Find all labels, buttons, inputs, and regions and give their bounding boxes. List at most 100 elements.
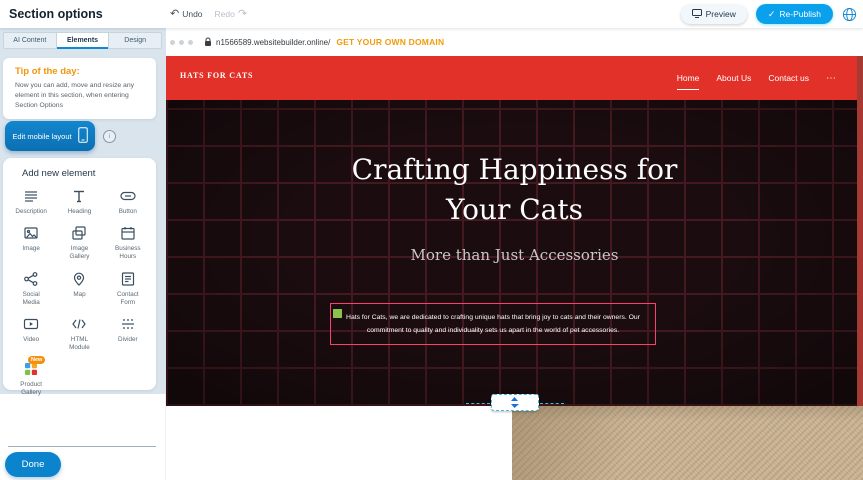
carpet-photo (512, 406, 863, 480)
element-label: Business Hours (110, 245, 146, 261)
undo-button[interactable]: ↶ Undo (170, 9, 203, 20)
new-badge: New (28, 356, 45, 364)
element-divider[interactable]: Divider (104, 315, 152, 352)
lock-icon (204, 37, 212, 47)
globe-icon[interactable] (842, 7, 857, 22)
hero-subtitle[interactable]: More than Just Accessories (166, 246, 863, 264)
element-label: Social Media (13, 291, 49, 307)
contact-form-icon (119, 270, 137, 288)
resize-arrows-icon (510, 397, 519, 408)
hero-paragraph: Hats for Cats, we are dedicated to craft… (337, 311, 649, 337)
topbar-actions: Preview ✓ Re-Publish (681, 0, 857, 28)
element-business-hours[interactable]: Business Hours (104, 224, 152, 261)
done-button[interactable]: Done (5, 452, 61, 477)
browser-dot (188, 40, 193, 45)
element-label: HTML Module (61, 336, 97, 352)
element-contact-form[interactable]: Contact Form (104, 270, 152, 307)
preview-label: Preview (706, 9, 736, 19)
preview-scrollbar[interactable] (857, 56, 863, 406)
redo-button[interactable]: Redo ↷ (215, 9, 248, 20)
element-label: Heading (68, 208, 91, 216)
element-map[interactable]: Map (55, 270, 103, 307)
add-element-title: Add new element (22, 168, 152, 179)
element-label: Contact Form (110, 291, 146, 307)
browser-bar: n1566589.websitebuilder.online/ GET YOUR… (166, 28, 863, 56)
mobile-layout-row: Edit mobile layout i (5, 121, 116, 151)
get-domain-link[interactable]: GET YOUR OWN DOMAIN (336, 37, 444, 47)
element-button[interactable]: Button (104, 187, 152, 216)
sidebar-panel: AI Content Elements Design Tip of the da… (0, 28, 166, 394)
button-icon (119, 187, 137, 205)
tab-elements[interactable]: Elements (57, 33, 110, 48)
page-title: Section options (9, 7, 103, 21)
check-icon: ✓ (768, 10, 776, 19)
element-label: Description (15, 208, 47, 216)
edit-mobile-layout-button[interactable]: Edit mobile layout (5, 121, 95, 151)
hero-title[interactable]: Crafting Happiness for Your Cats (340, 150, 690, 230)
element-image[interactable]: Image (7, 224, 55, 261)
browser-dot (170, 40, 175, 45)
tip-title: Tip of the day: (15, 66, 144, 77)
description-icon (22, 187, 40, 205)
element-label: Button (119, 208, 137, 216)
redo-icon: ↷ (238, 9, 247, 20)
element-social-media[interactable]: Social Media (7, 270, 55, 307)
tip-of-the-day-card: Tip of the day: Now you can add, move an… (3, 58, 156, 119)
republish-label: Re-Publish (779, 9, 821, 19)
monitor-icon (692, 9, 702, 20)
map-icon (70, 270, 88, 288)
tab-label: AI Content (13, 37, 46, 44)
element-description[interactable]: Description (7, 187, 55, 216)
site-url: n1566589.websitebuilder.online/ (216, 38, 330, 47)
heading-icon (70, 187, 88, 205)
sidebar-divider (8, 446, 156, 447)
undo-label: Undo (182, 9, 202, 19)
undo-icon: ↶ (170, 9, 179, 20)
history-controls: ↶ Undo Redo ↷ (170, 0, 247, 28)
element-drag-handle[interactable] (333, 309, 342, 318)
tab-label: Design (124, 37, 146, 44)
selected-text-element[interactable]: Hats for Cats, we are dedicated to craft… (330, 303, 656, 345)
element-label: Divider (118, 336, 138, 344)
element-label: Product Gallery (13, 381, 49, 397)
browser-dot (179, 40, 184, 45)
element-product-gallery[interactable]: New Product Gallery (7, 360, 55, 397)
tab-label: Elements (67, 37, 98, 44)
image-gallery-icon (70, 224, 88, 242)
social-media-icon (22, 270, 40, 288)
image-icon (22, 224, 40, 242)
element-image-gallery[interactable]: Image Gallery (55, 224, 103, 261)
element-video[interactable]: Video (7, 315, 55, 352)
tab-ai-content[interactable]: AI Content (4, 33, 57, 48)
nav-more-icon[interactable]: ⋯ (826, 73, 837, 84)
add-element-panel: Add new element Description Heading (3, 158, 156, 390)
nav-about-us[interactable]: About Us (716, 73, 751, 83)
republish-button[interactable]: ✓ Re-Publish (756, 4, 833, 24)
nav-home[interactable]: Home (677, 73, 700, 83)
hero-section: Crafting Happiness for Your Cats More th… (166, 100, 863, 406)
redo-label: Redo (215, 9, 235, 19)
site-header: HATS FOR CATS Home About Us Contact us ⋯ (166, 56, 863, 100)
next-section (166, 406, 863, 480)
element-html-module[interactable]: HTML Module (55, 315, 103, 352)
site-logo[interactable]: HATS FOR CATS (180, 71, 253, 80)
section-resize-handle[interactable] (491, 394, 539, 411)
element-grid: Description Heading Button (7, 187, 152, 398)
html-module-icon (70, 315, 88, 333)
tip-body: Now you can add, move and resize any ele… (15, 81, 144, 111)
element-label: Image (22, 245, 40, 253)
sidebar-tabs: AI Content Elements Design (3, 32, 162, 49)
video-icon (22, 315, 40, 333)
business-hours-icon (119, 224, 137, 242)
tab-design[interactable]: Design (109, 33, 161, 48)
edit-mobile-label: Edit mobile layout (12, 132, 71, 141)
main-area: n1566589.websitebuilder.online/ GET YOUR… (166, 28, 863, 480)
app-root: Section options ↶ Undo Redo ↷ Preview ✓ … (0, 0, 863, 480)
element-heading[interactable]: Heading (55, 187, 103, 216)
info-icon[interactable]: i (103, 130, 116, 143)
nav-contact-us[interactable]: Contact us (768, 73, 809, 83)
site-nav: Home About Us Contact us ⋯ (677, 56, 837, 100)
element-label: Image Gallery (61, 245, 97, 261)
preview-button[interactable]: Preview (681, 5, 747, 24)
site-preview: HATS FOR CATS Home About Us Contact us ⋯… (166, 56, 863, 480)
